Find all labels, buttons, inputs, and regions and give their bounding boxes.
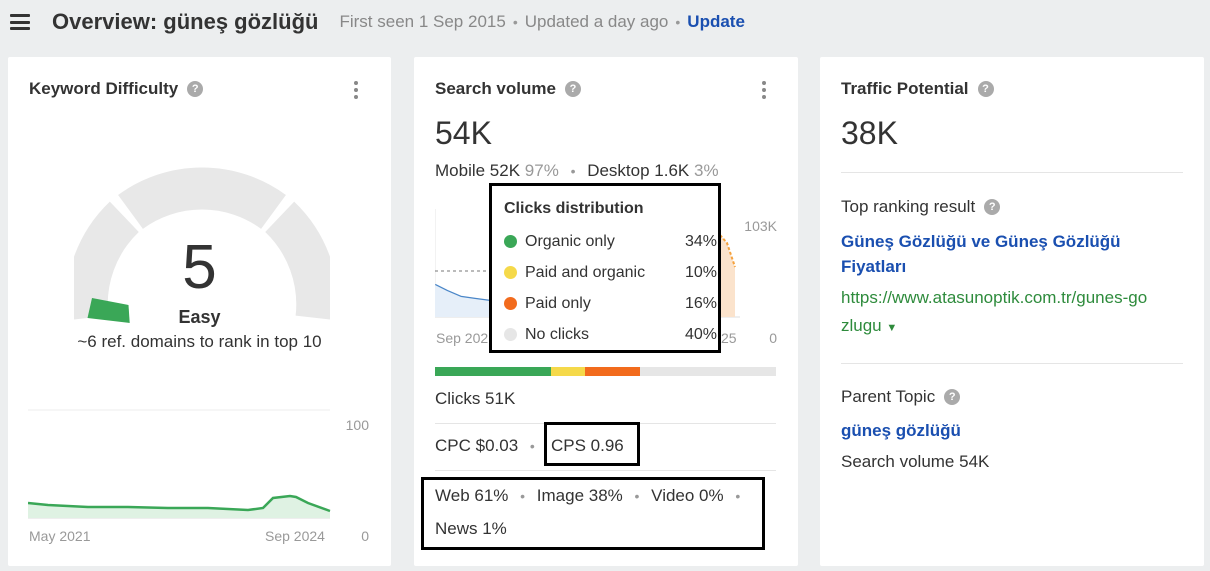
update-link[interactable]: Update (687, 12, 745, 32)
bar-organic-only (435, 367, 551, 376)
difficulty-history-chart: 100 0 May 2021 Sep 2024 (28, 409, 370, 544)
ref-domains-text: ~6 ref. domains to rank in top 10 (77, 332, 322, 351)
card-header: Search volume ? (435, 79, 581, 99)
difficulty-score: 5 (182, 233, 217, 302)
divider (841, 363, 1183, 364)
x-start-label: May 2021 (29, 528, 91, 544)
card-title: Traffic Potential (841, 79, 969, 98)
clicks-distribution-tooltip: Clicks distribution Organic only 34% Pai… (489, 183, 721, 353)
keyword-difficulty-card: Keyword Difficulty ? 5 Easy ~6 ref. doma… (8, 57, 391, 566)
separator-dot: • (570, 163, 576, 179)
help-icon[interactable]: ? (944, 389, 961, 405)
organic-only-dot (504, 235, 517, 248)
traffic-potential-card: Traffic Potential ? 38K Top ranking resu… (820, 57, 1204, 566)
y-min-label: 0 (769, 330, 777, 346)
url-line-2: zlugu (841, 316, 882, 335)
chevron-down-icon[interactable]: ▼ (886, 322, 897, 334)
title-line-1: Güneş Gözlüğü ve Güneş Gözlüğü (841, 232, 1121, 251)
help-icon[interactable]: ? (977, 81, 994, 97)
top-ranking-label: Top ranking result ? (841, 197, 1001, 217)
parent-topic-label: Parent Topic ? (841, 387, 961, 407)
menu-icon[interactable] (10, 14, 30, 30)
card-header: Traffic Potential ? (841, 79, 994, 99)
no-clicks-dot (504, 328, 517, 341)
page-header: Overview: güneş gözlüğü First seen 1 Sep… (0, 0, 1210, 44)
tooltip-row: Paid only 16% (504, 288, 718, 319)
top-ranking-title-link[interactable]: Güneş Gözlüğü ve Güneş Gözlüğü Fiyatları (841, 229, 1121, 279)
cps-value: CPS 0.96 (551, 436, 624, 455)
parent-search-volume: Search volume 54K (841, 452, 990, 471)
bar-no-clicks (639, 367, 776, 376)
y-max-label: 100 (346, 417, 370, 433)
y-min-label: 0 (361, 528, 369, 544)
search-volume-card: Search volume ? 54K Mobile 52K 97% • Des… (414, 57, 798, 566)
card-header: Keyword Difficulty ? (29, 79, 204, 99)
row-label: No clicks (525, 325, 590, 343)
clicks-distribution-bar (435, 367, 776, 376)
tooltip-row: Organic only 34% (504, 226, 718, 257)
serp-features-line-1: Web 61% • Image 38% • Video 0% • (435, 486, 747, 506)
search-volume-value: 54K (435, 115, 492, 151)
top-ranking-url[interactable]: https://www.atasunoptik.com.tr/gunes-go … (841, 284, 1186, 342)
device-split: Mobile 52K 97% • Desktop 1.6K 3% (435, 161, 719, 181)
separator-dot: • (512, 14, 518, 30)
updated-text: Updated a day ago (524, 12, 669, 31)
desktop-volume: Desktop 1.6K (587, 161, 690, 180)
card-title: Keyword Difficulty (29, 79, 179, 98)
bar-paid-only (585, 367, 640, 376)
volume-area (435, 285, 490, 317)
news-share: News 1% (435, 519, 507, 538)
section-label-text: Top ranking result (841, 197, 976, 216)
row-label: Paid only (525, 294, 591, 312)
paid-only-dot (504, 297, 517, 310)
more-options-icon[interactable] (762, 81, 766, 99)
image-share: Image 38% (536, 486, 623, 505)
tooltip-row: No clicks 40% (504, 319, 718, 350)
gauge-segment-2 (118, 167, 286, 230)
x-end-label: Sep 2024 (265, 528, 325, 544)
help-icon[interactable]: ? (984, 199, 1001, 215)
page-title: Overview: güneş gözlüğü (52, 9, 319, 34)
traffic-potential-value: 38K (841, 115, 898, 151)
first-seen: First seen 1 Sep 2015 (339, 12, 506, 31)
row-percent: 34% (685, 232, 718, 250)
video-share: Video 0% (651, 486, 724, 505)
row-label: Organic only (525, 232, 615, 250)
section-label-text: Parent Topic (841, 387, 936, 406)
row-label: Paid and organic (525, 263, 646, 281)
x-end-label: 25 (721, 330, 737, 346)
desktop-percent: 3% (694, 161, 719, 180)
paid-and-organic-dot (504, 266, 517, 279)
separator-dot: • (634, 488, 640, 504)
separator-dot: • (675, 14, 681, 30)
cpc-row: CPC $0.03 • (435, 436, 542, 456)
help-icon[interactable]: ? (187, 81, 204, 97)
y-max-label: 103K (744, 218, 777, 234)
tooltip-row: Paid and organic 10% (504, 257, 718, 288)
row-percent: 10% (685, 263, 718, 281)
parent-topic-link[interactable]: güneş gözlüğü (841, 418, 961, 443)
mobile-percent: 97% (524, 161, 559, 180)
divider (435, 470, 776, 471)
mobile-volume: Mobile 52K (435, 161, 521, 180)
row-percent: 40% (685, 325, 718, 343)
separator-dot: • (529, 438, 535, 454)
bar-paid-and-organic (550, 367, 586, 376)
separator-dot: • (735, 488, 741, 504)
row-percent: 16% (685, 294, 718, 312)
title-line-2: Fiyatları (841, 257, 907, 276)
forecast-area (720, 235, 735, 317)
difficulty-label: Easy (178, 307, 221, 327)
clicks-value: Clicks 51K (435, 389, 516, 408)
divider (841, 172, 1183, 173)
card-title: Search volume (435, 79, 556, 98)
separator-dot: • (520, 488, 526, 504)
more-options-icon[interactable] (354, 81, 358, 99)
x-start-label: Sep 202 (436, 330, 488, 346)
tooltip-title: Clicks distribution (504, 200, 644, 217)
cpc-value: CPC $0.03 (435, 436, 519, 455)
web-share: Web 61% (435, 486, 509, 505)
url-line-1: https://www.atasunoptik.com.tr/gunes-go (841, 288, 1148, 307)
help-icon[interactable]: ? (564, 81, 581, 97)
